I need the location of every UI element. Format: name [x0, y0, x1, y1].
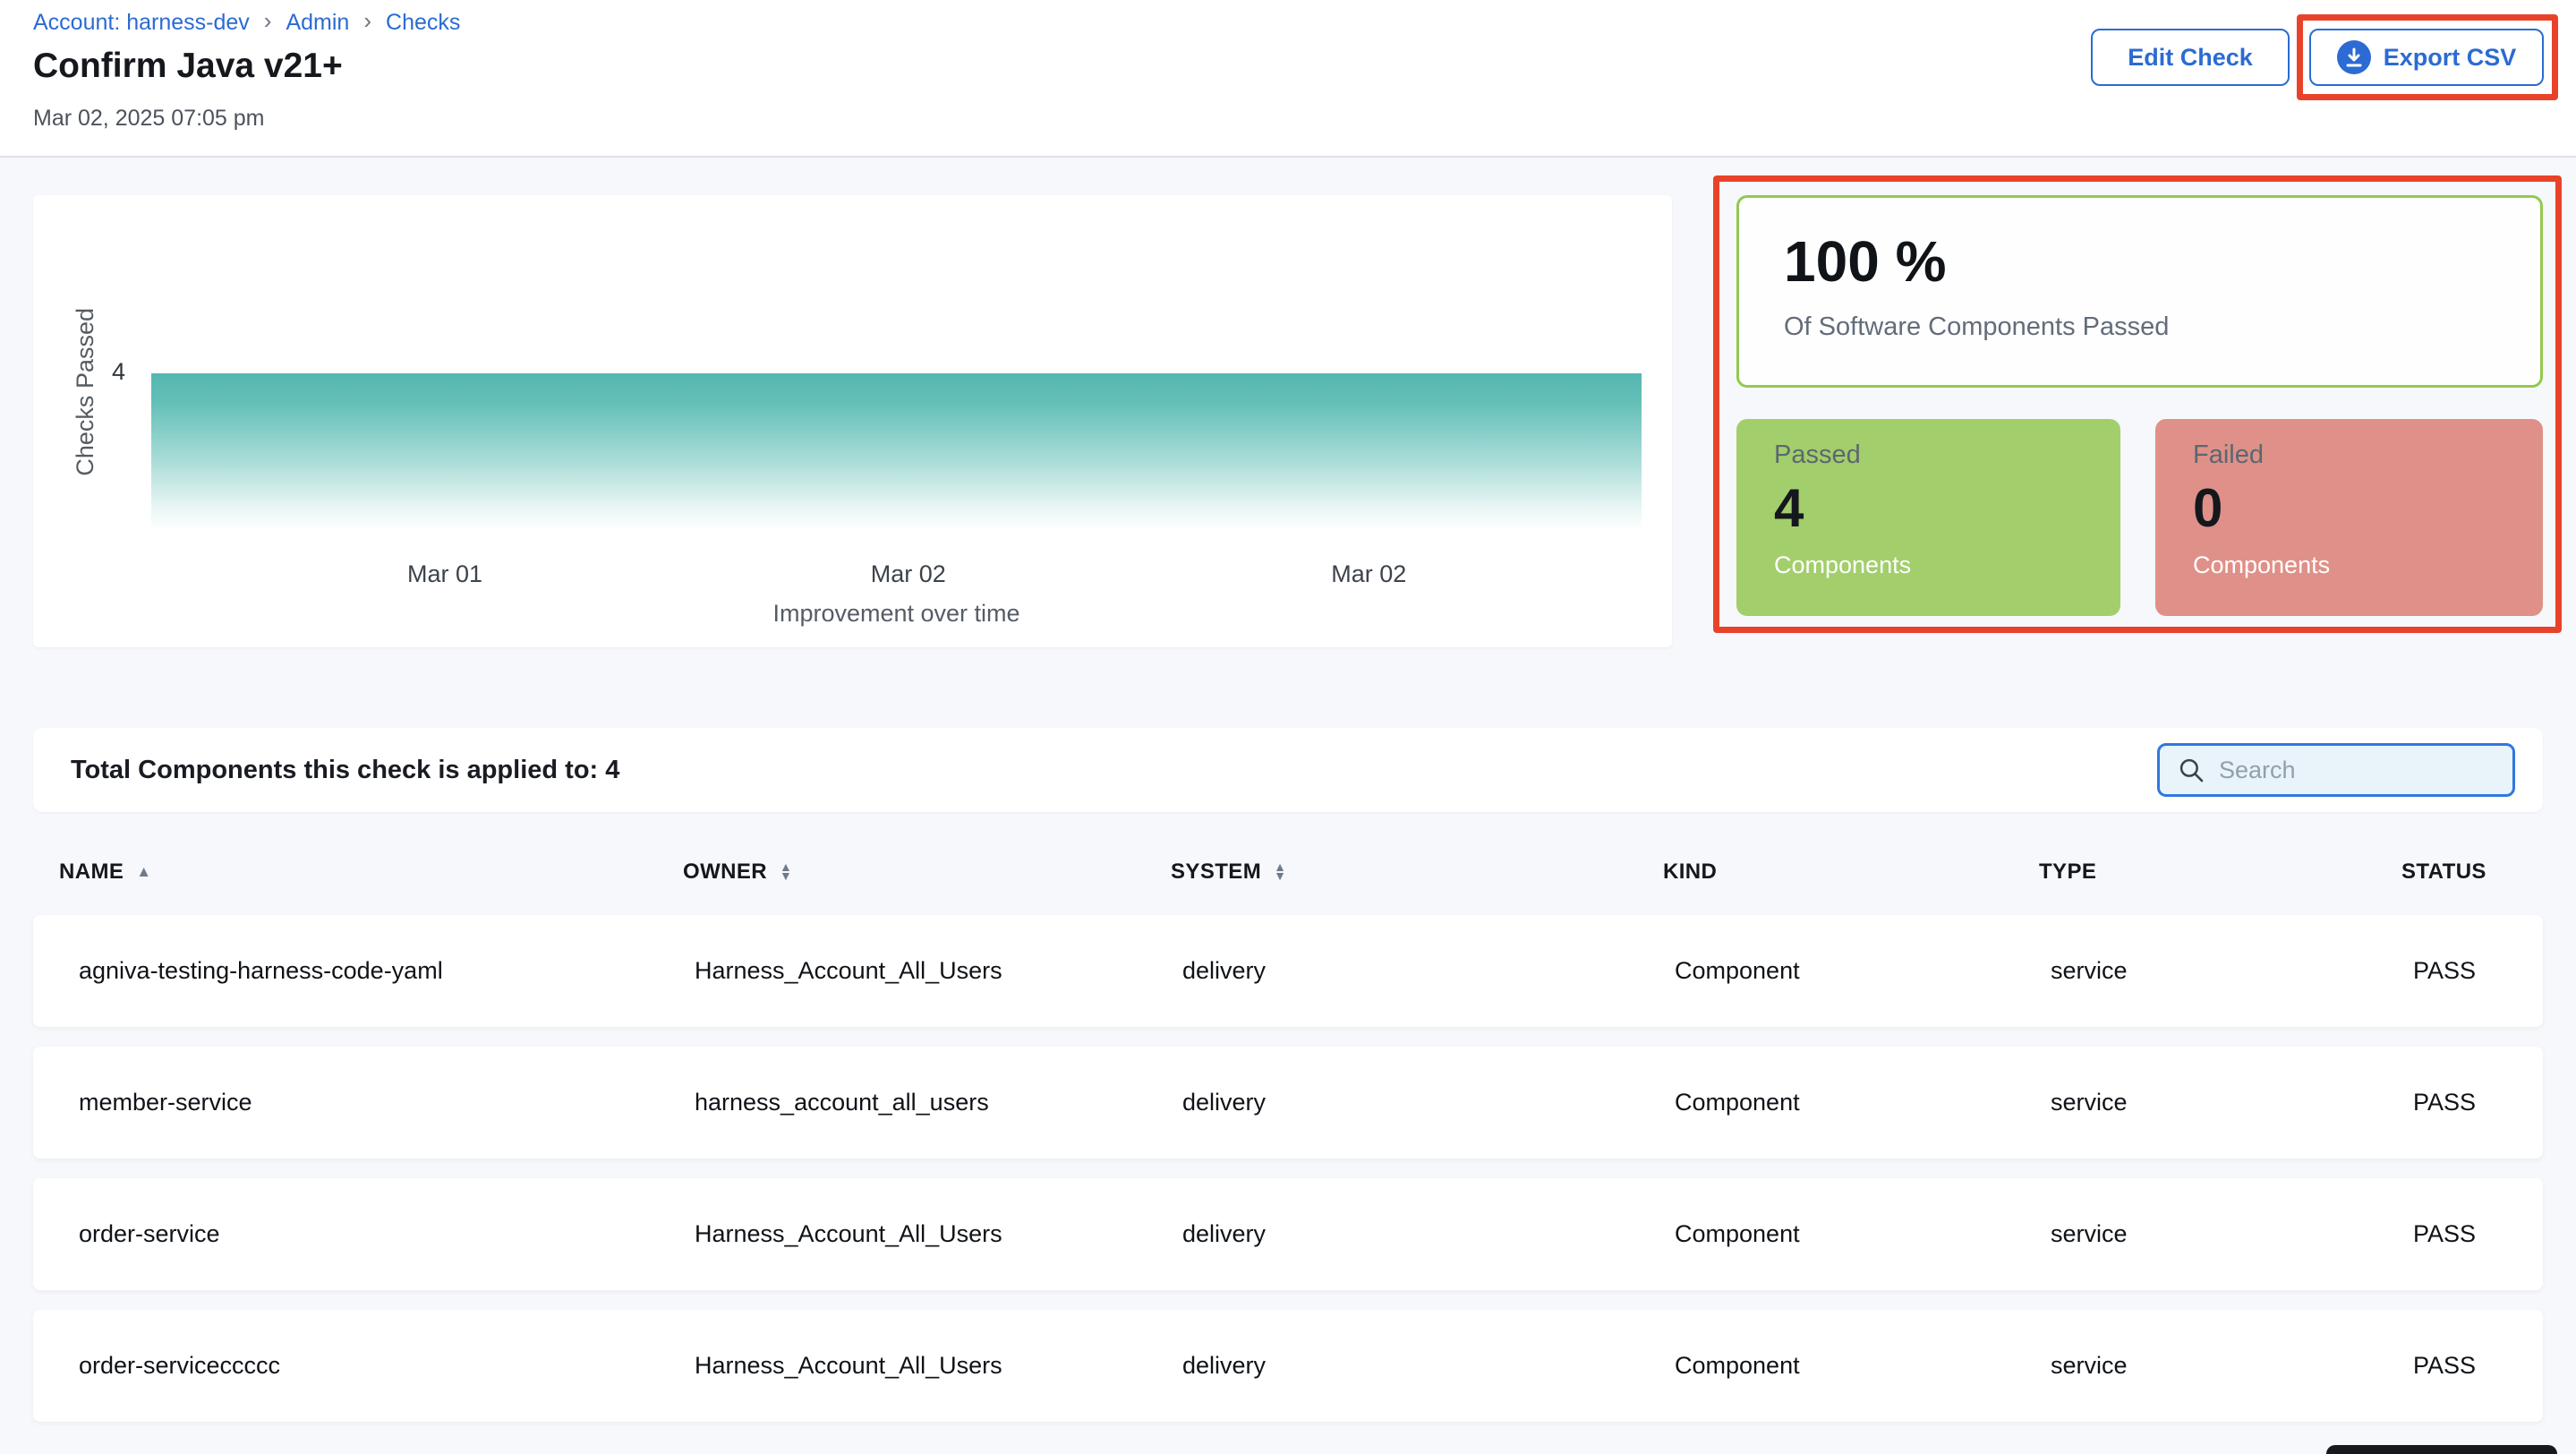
cell-owner: harness_account_all_users [665, 1089, 1153, 1116]
edit-check-label: Edit Check [2128, 44, 2253, 72]
column-header-status-label: STATUS [2401, 860, 2486, 885]
column-header-owner[interactable]: OWNER ▲▼ [665, 860, 1153, 885]
column-header-system[interactable]: SYSTEM ▲▼ [1153, 860, 1645, 885]
search-input[interactable] [2219, 757, 2487, 784]
sort-icon: ▲▼ [780, 862, 792, 880]
cell-type: service [2021, 1352, 2384, 1380]
chart-x-axis-caption: Improvement over time [151, 600, 1642, 628]
column-header-kind-label: KIND [1663, 860, 1717, 885]
cell-owner: Harness_Account_All_Users [665, 957, 1153, 985]
column-header-owner-label: OWNER [683, 860, 767, 885]
page-title: Confirm Java v21+ [33, 47, 343, 86]
table-header-row: NAME ▲ OWNER ▲▼ SYSTEM ▲▼ KIND TYPE STAT… [33, 849, 2543, 895]
cell-owner: Harness_Account_All_Users [665, 1352, 1153, 1380]
breadcrumb-admin[interactable]: Admin [286, 10, 349, 36]
column-header-type-label: TYPE [2039, 860, 2096, 885]
breadcrumb: Account: harness-dev › Admin › Checks [33, 9, 460, 37]
breadcrumb-checks[interactable]: Checks [386, 10, 460, 36]
percent-passed-caption: Of Software Components Passed [1784, 312, 2169, 342]
cell-name: agniva-testing-harness-code-yaml [33, 957, 665, 985]
chart-area-series [151, 373, 1642, 531]
table-row[interactable]: agniva-testing-harness-code-yaml Harness… [33, 915, 2543, 1027]
edit-check-button[interactable]: Edit Check [2091, 29, 2290, 86]
chart-x-tick: Mar 01 [407, 560, 482, 588]
cell-status: PASS [2384, 1089, 2543, 1116]
top-header: Account: harness-dev › Admin › Checks Co… [0, 0, 2576, 158]
failed-label: Failed [2193, 440, 2543, 470]
help-widget[interactable] [2326, 1445, 2557, 1454]
cell-type: service [2021, 1089, 2384, 1116]
chart-y-axis-label: Checks Passed [72, 308, 99, 476]
cell-name: order-serviceccccc [33, 1352, 665, 1380]
percent-passed-value: 100 % [1784, 228, 1946, 295]
column-header-status: STATUS [2384, 860, 2543, 885]
cell-kind: Component [1645, 957, 2021, 985]
export-csv-label: Export CSV [2384, 44, 2517, 72]
column-header-name-label: NAME [59, 860, 124, 885]
sort-icon: ▲▼ [1274, 862, 1286, 880]
download-icon [2337, 40, 2371, 74]
breadcrumb-account[interactable]: Account: harness-dev [33, 10, 250, 36]
cell-system: delivery [1153, 1089, 1645, 1116]
column-header-name[interactable]: NAME ▲ [33, 860, 665, 885]
total-components-bar: Total Components this check is applied t… [33, 728, 2543, 812]
chart-y-tick: 4 [112, 358, 125, 386]
cell-name: member-service [33, 1089, 665, 1116]
table-row[interactable]: member-service harness_account_all_users… [33, 1047, 2543, 1159]
search-box[interactable] [2157, 743, 2515, 797]
sort-ascending-icon: ▲ [136, 863, 151, 881]
cell-kind: Component [1645, 1089, 2021, 1116]
cell-kind: Component [1645, 1220, 2021, 1248]
checks-passed-chart-card: Checks Passed 4 Mar 01 Mar 02 Mar 02 Imp… [33, 195, 1672, 647]
cell-type: service [2021, 1220, 2384, 1248]
cell-system: delivery [1153, 957, 1645, 985]
cell-kind: Component [1645, 1352, 2021, 1380]
chart-x-ticks: Mar 01 Mar 02 Mar 02 [151, 560, 1642, 591]
cell-owner: Harness_Account_All_Users [665, 1220, 1153, 1248]
column-header-system-label: SYSTEM [1171, 860, 1261, 885]
check-timestamp: Mar 02, 2025 07:05 pm [33, 106, 265, 132]
passed-label: Passed [1774, 440, 2120, 470]
chevron-right-icon: › [264, 7, 272, 35]
passed-unit: Components [1774, 552, 2120, 579]
cell-status: PASS [2384, 1352, 2543, 1380]
chart-y-axis-label-wrap: Checks Passed [58, 249, 112, 535]
chart-x-tick: Mar 02 [871, 560, 946, 588]
cell-status: PASS [2384, 1220, 2543, 1248]
table-body: agniva-testing-harness-code-yaml Harness… [33, 915, 2543, 1422]
cell-system: delivery [1153, 1220, 1645, 1248]
percent-passed-card: 100 % Of Software Components Passed [1736, 195, 2543, 388]
table-row[interactable]: order-service Harness_Account_All_Users … [33, 1178, 2543, 1290]
chevron-right-icon: › [363, 7, 371, 35]
chart-x-tick: Mar 02 [1331, 560, 1406, 588]
passed-components-card: Passed 4 Components [1736, 419, 2120, 616]
table-row[interactable]: order-serviceccccc Harness_Account_All_U… [33, 1310, 2543, 1422]
cell-status: PASS [2384, 957, 2543, 985]
cell-name: order-service [33, 1220, 665, 1248]
total-components-label: Total Components this check is applied t… [71, 756, 619, 785]
failed-unit: Components [2193, 552, 2543, 579]
cell-system: delivery [1153, 1352, 1645, 1380]
column-header-type: TYPE [2021, 860, 2384, 885]
column-header-kind: KIND [1645, 860, 2021, 885]
passed-count: 4 [1774, 477, 2120, 539]
export-csv-button[interactable]: Export CSV [2309, 29, 2544, 86]
failed-components-card: Failed 0 Components [2155, 419, 2543, 616]
failed-count: 0 [2193, 477, 2543, 539]
search-icon [2176, 755, 2206, 785]
cell-type: service [2021, 957, 2384, 985]
